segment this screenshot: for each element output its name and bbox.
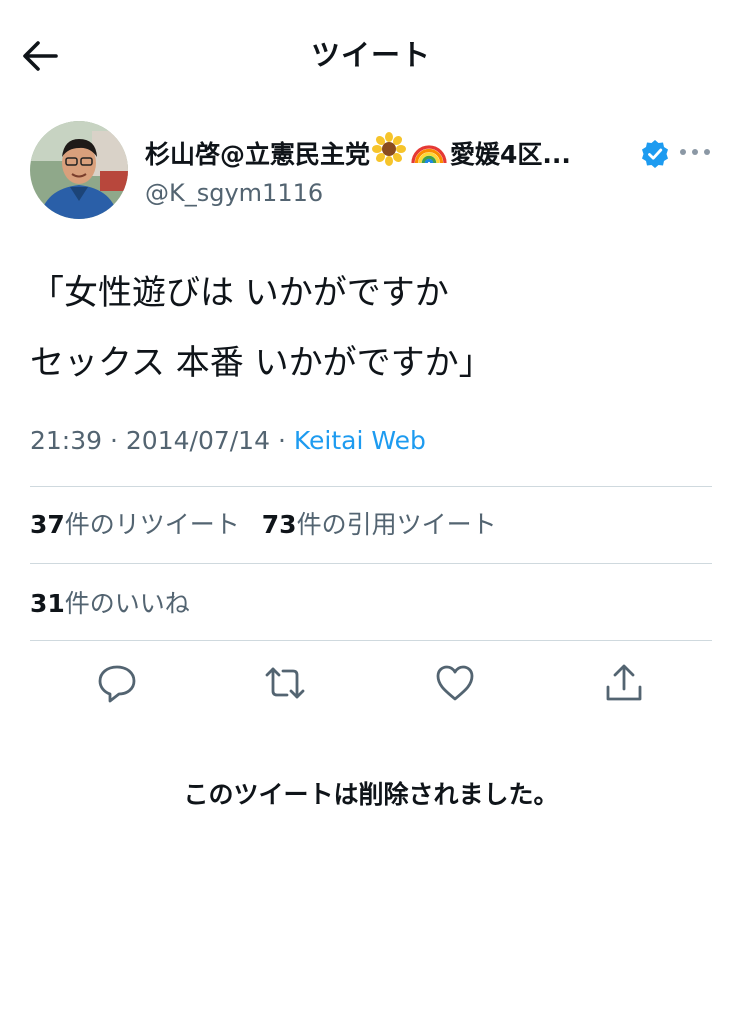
stats-row-likes: 31件のいいね: [30, 584, 190, 620]
likes-count: 31: [30, 589, 65, 618]
display-name-suffix: 愛媛4区...: [450, 140, 571, 169]
tweet-source-link[interactable]: Keitai Web: [294, 426, 426, 455]
profile-photo: [30, 121, 128, 219]
tweet-text: 「女性遊びは いかがですか セックス 本番 いかがですか」: [30, 258, 720, 398]
tweet-date[interactable]: 2014/07/14: [126, 426, 270, 455]
stats-row-shares: 37件のリツイート 73件の引用ツイート: [30, 505, 497, 541]
tweet-line: 「女性遊びは いかがですか: [30, 273, 449, 313]
more-dots-icon: [680, 149, 710, 155]
author-block: 杉山啓@立憲民主党 愛媛4区... @K_sgym1116: [145, 132, 645, 210]
reply-icon: [98, 665, 136, 703]
quotes-stat[interactable]: 73件の引用ツイート: [262, 510, 497, 539]
deleted-tweet-notice: このツイートは削除されました。: [183, 780, 559, 809]
avatar[interactable]: [30, 121, 128, 219]
divider: [30, 486, 712, 487]
retweet-button[interactable]: [263, 661, 307, 705]
rainbow-icon: [410, 132, 448, 178]
sunflower-icon: [372, 132, 407, 178]
quotes-count: 73: [261, 510, 297, 539]
user-handle[interactable]: @K_sgym1116: [145, 176, 645, 210]
divider: [30, 563, 712, 564]
reply-button[interactable]: [95, 661, 139, 705]
retweets-stat[interactable]: 37件のリツイート: [30, 510, 240, 539]
meta-separator: ·: [277, 426, 286, 455]
more-options-button[interactable]: [676, 140, 714, 164]
like-icon: [436, 665, 474, 701]
retweets-label: 件のリツイート: [64, 510, 240, 539]
display-name-prefix: 杉山啓@立憲民主党: [145, 140, 371, 169]
verified-badge-icon: [640, 139, 670, 169]
retweet-icon: [265, 667, 305, 699]
share-icon: [606, 664, 642, 701]
page-title: ツイート: [310, 38, 431, 72]
like-button[interactable]: [433, 661, 477, 705]
retweets-count: 37: [30, 510, 65, 539]
tweet-meta: 21:39 · 2014/07/14 · Keitai Web: [30, 426, 426, 455]
top-bar: ツイート: [0, 0, 742, 110]
likes-label: 件のいいね: [64, 589, 190, 618]
share-button[interactable]: [602, 661, 646, 705]
quotes-label: 件の引用ツイート: [296, 510, 497, 539]
divider: [30, 640, 712, 641]
meta-separator: ·: [110, 426, 118, 455]
display-name[interactable]: 杉山啓@立憲民主党 愛媛4区...: [145, 132, 645, 178]
likes-stat[interactable]: 31件のいいね: [30, 589, 190, 618]
tweet-line: セックス 本番 いかがですか」: [30, 343, 493, 383]
tweet-time[interactable]: 21:39: [30, 426, 102, 455]
